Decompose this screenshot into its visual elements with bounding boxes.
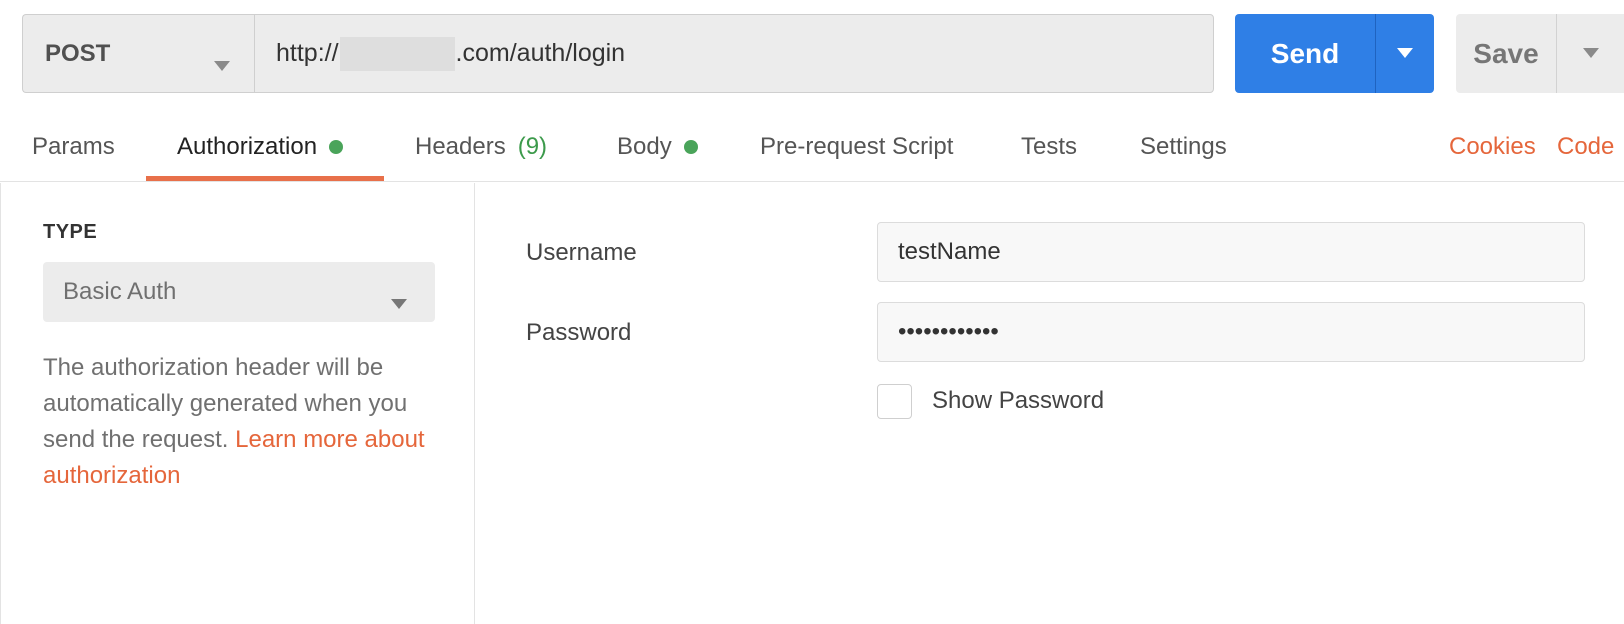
code-link[interactable]: Code (1557, 112, 1614, 182)
send-options-button[interactable] (1375, 14, 1434, 93)
show-password-label[interactable]: Show Password (932, 386, 1104, 416)
tab-label: Pre-request Script (760, 133, 954, 160)
request-tabs: Params Authorization Headers (9) Body Pr… (0, 112, 1624, 182)
tab-label: Body (617, 133, 672, 160)
url-prefix: http:// (276, 39, 339, 67)
chevron-down-icon (1397, 45, 1413, 63)
tab-label: Authorization (177, 133, 318, 160)
password-field[interactable]: •••••••••••• (877, 302, 1585, 362)
status-dot-icon (329, 140, 344, 154)
tab-label: Tests (1021, 133, 1078, 160)
chevron-down-icon (1582, 45, 1599, 63)
save-options-button[interactable] (1556, 14, 1624, 93)
password-label: Password (526, 319, 632, 346)
auth-description: The authorization header will be automat… (43, 350, 453, 494)
status-dot-icon (683, 140, 698, 154)
active-tab-indicator (146, 176, 384, 181)
method-label: POST (45, 39, 111, 67)
headers-count-badge: (9) (517, 133, 548, 160)
tab-pre-request-script[interactable]: Pre-request Script (760, 112, 953, 182)
auth-type-panel: TYPE Basic Auth The authorization header… (0, 183, 475, 624)
url-input[interactable]: http:// .com/auth/login (254, 14, 1214, 93)
username-label: Username (526, 239, 637, 266)
tab-headers[interactable]: Headers (9) (415, 112, 547, 182)
tab-label: Headers (415, 133, 506, 160)
save-button[interactable]: Save (1456, 14, 1556, 93)
url-suffix: .com/auth/login (455, 39, 626, 67)
type-heading: TYPE (43, 221, 98, 243)
save-button-group: Save (1456, 14, 1624, 93)
show-password-checkbox[interactable] (877, 384, 912, 419)
request-editor: POST http:// .com/auth/login Send Save P… (0, 0, 1624, 624)
username-value: testName (898, 238, 1001, 265)
chevron-down-icon (391, 288, 407, 316)
method-select[interactable]: POST (22, 14, 254, 93)
chevron-down-icon (214, 50, 230, 78)
tab-authorization[interactable]: Authorization (177, 112, 344, 182)
cookies-link[interactable]: Cookies (1449, 112, 1536, 182)
tab-label: Settings (1140, 133, 1227, 160)
redacted-host (339, 36, 455, 71)
tab-body[interactable]: Body (617, 112, 698, 182)
auth-type-select[interactable]: Basic Auth (43, 262, 435, 322)
username-field[interactable]: testName (877, 222, 1585, 282)
send-button[interactable]: Send (1235, 14, 1375, 93)
tab-settings[interactable]: Settings (1140, 112, 1227, 182)
send-button-group: Send (1235, 14, 1434, 93)
password-value: •••••••••••• (898, 318, 999, 345)
auth-type-value: Basic Auth (63, 278, 177, 305)
tab-tests[interactable]: Tests (1021, 112, 1077, 182)
tab-params[interactable]: Params (32, 112, 115, 182)
tab-label: Params (32, 133, 115, 160)
